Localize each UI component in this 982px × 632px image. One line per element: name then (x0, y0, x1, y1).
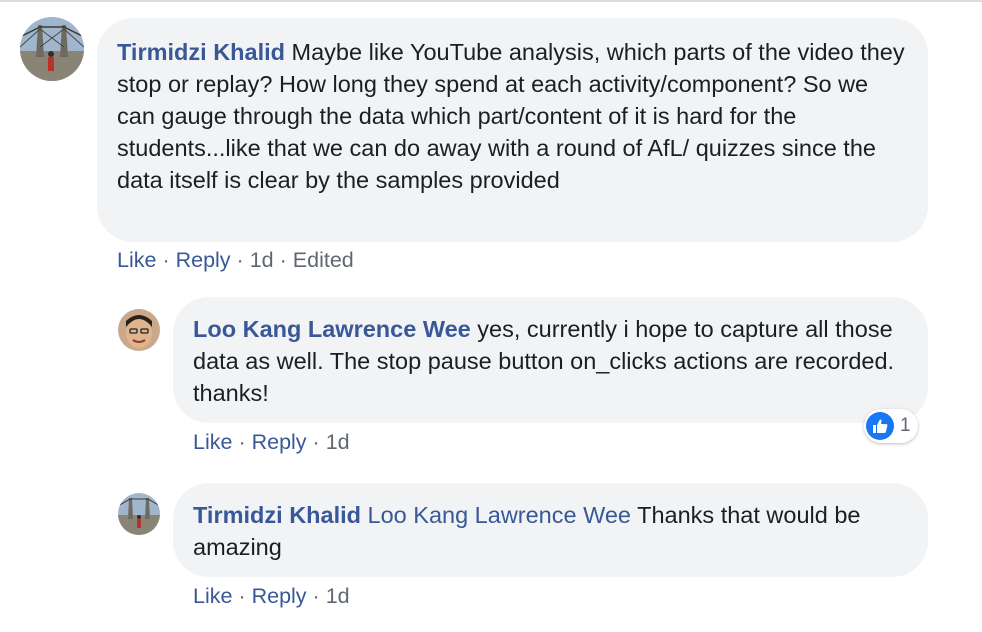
reply-bubble: Tirmidzi Khalid Loo Kang Lawrence Wee Th… (173, 483, 928, 577)
reply-bubble: Loo Kang Lawrence Wee yes, currently i h… (173, 297, 928, 423)
thumbs-up-icon (866, 412, 894, 440)
timestamp[interactable]: 1d (326, 584, 350, 608)
reply-actions: Like · Reply · 1d (193, 582, 350, 610)
separator: · (312, 584, 320, 608)
bridge-photo-icon (118, 493, 160, 535)
separator: · (162, 248, 170, 272)
timestamp[interactable]: 1d (326, 430, 350, 454)
like-link[interactable]: Like (193, 584, 232, 608)
reaction-count: 1 (900, 415, 911, 436)
reply-link[interactable]: Reply (252, 584, 307, 608)
edited-label[interactable]: Edited (293, 248, 354, 272)
separator: · (238, 584, 246, 608)
top-divider (0, 0, 982, 2)
reply-actions: Like · Reply · 1d (193, 428, 350, 456)
mention-link[interactable]: Loo Kang Lawrence Wee (368, 502, 631, 528)
separator: · (236, 248, 244, 272)
person-photo-icon (118, 309, 160, 351)
separator: · (238, 430, 246, 454)
avatar[interactable] (118, 493, 160, 535)
reaction-count-pill[interactable]: 1 (864, 409, 918, 443)
avatar[interactable] (20, 17, 84, 81)
like-link[interactable]: Like (193, 430, 232, 454)
reply-link[interactable]: Reply (252, 430, 307, 454)
comment-author[interactable]: Tirmidzi Khalid (117, 39, 285, 65)
like-link[interactable]: Like (117, 248, 156, 272)
comment-bubble: Tirmidzi Khalid Maybe like YouTube analy… (97, 18, 928, 242)
reply-link[interactable]: Reply (176, 248, 231, 272)
separator: · (312, 430, 320, 454)
avatar[interactable] (118, 309, 160, 351)
separator: · (279, 248, 287, 272)
timestamp[interactable]: 1d (250, 248, 274, 272)
reply-author[interactable]: Tirmidzi Khalid (193, 502, 361, 528)
reply-author[interactable]: Loo Kang Lawrence Wee (193, 316, 471, 342)
comment-actions: Like · Reply · 1d · Edited (117, 246, 354, 274)
bridge-photo-icon (20, 17, 84, 81)
